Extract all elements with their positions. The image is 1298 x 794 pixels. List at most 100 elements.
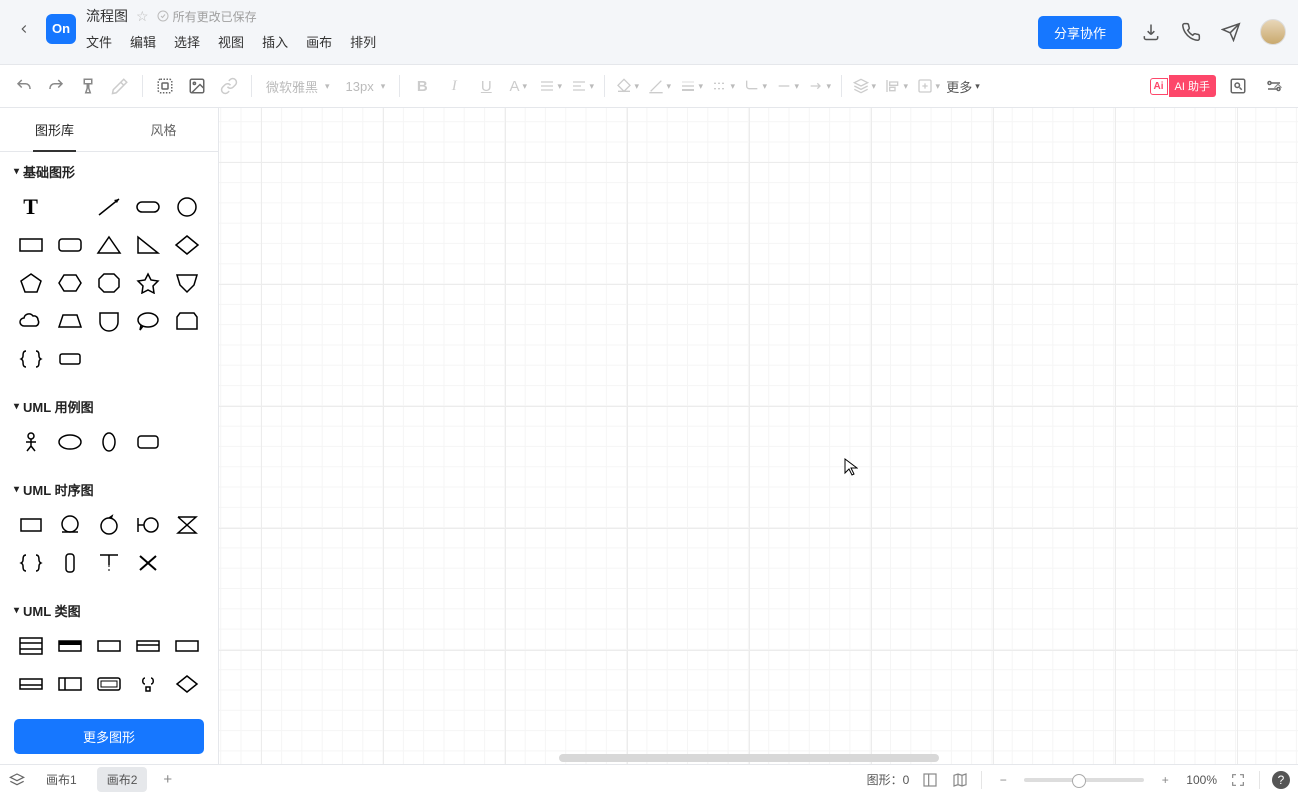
help-button[interactable]: ? <box>1272 771 1290 789</box>
menu-file[interactable]: 文件 <box>86 32 112 51</box>
shape-circle[interactable] <box>171 193 204 221</box>
shape-usecase-rect[interactable] <box>132 428 165 456</box>
shape-destroy[interactable] <box>132 549 165 577</box>
shape-class-double[interactable] <box>92 670 125 698</box>
shape-boundary[interactable] <box>132 511 165 539</box>
font-size-select[interactable]: 13px <box>340 79 392 94</box>
shape-speech-bubble[interactable] <box>132 307 165 335</box>
menu-arrange[interactable]: 排列 <box>350 32 376 51</box>
bold-button[interactable]: B <box>408 72 436 100</box>
shape-entity[interactable] <box>53 511 86 539</box>
font-family-select[interactable]: 微软雅黑 <box>260 77 336 96</box>
stroke-style-button[interactable] <box>709 72 737 100</box>
shape-octagon[interactable] <box>92 269 125 297</box>
category-basic-shapes[interactable]: 基础图形 <box>0 152 218 185</box>
shape-cloud[interactable] <box>14 307 47 335</box>
line-height-button[interactable] <box>536 72 564 100</box>
shape-actor[interactable] <box>14 428 47 456</box>
container-button[interactable] <box>151 72 179 100</box>
shape-arrow-line[interactable] <box>92 193 125 221</box>
shape-hexagon[interactable] <box>53 269 86 297</box>
shape-class-3[interactable] <box>14 632 47 660</box>
send-icon[interactable] <box>1220 21 1242 43</box>
shape-usecase-ellipse[interactable] <box>53 428 86 456</box>
category-uml-usecase[interactable]: UML 用例图 <box>0 387 218 420</box>
shape-deletion[interactable] <box>92 549 125 577</box>
shape-class-header[interactable] <box>132 632 165 660</box>
zoom-out-button[interactable]: − <box>994 771 1012 789</box>
arrow-start-button[interactable] <box>773 72 801 100</box>
add-canvas-button[interactable]: + <box>157 771 178 788</box>
menu-view[interactable]: 视图 <box>218 32 244 51</box>
menu-insert[interactable]: 插入 <box>262 32 288 51</box>
shape-class-simple[interactable] <box>92 632 125 660</box>
stroke-color-button[interactable] <box>645 72 673 100</box>
more-shapes-button[interactable]: 更多图形 <box>14 719 204 754</box>
shape-class-footer[interactable] <box>14 670 47 698</box>
search-in-canvas-button[interactable] <box>1224 72 1252 100</box>
share-button[interactable]: 分享协作 <box>1038 16 1122 49</box>
arrow-end-button[interactable] <box>805 72 833 100</box>
shape-triangle[interactable] <box>92 231 125 259</box>
text-color-button[interactable]: A <box>504 72 532 100</box>
menu-select[interactable]: 选择 <box>174 32 200 51</box>
shape-note[interactable] <box>53 193 86 221</box>
shape-braces[interactable] <box>14 345 47 373</box>
shape-folder[interactable] <box>171 307 204 335</box>
back-button[interactable] <box>12 17 36 41</box>
category-uml-sequence[interactable]: UML 时序图 <box>0 470 218 503</box>
zoom-slider[interactable] <box>1024 778 1144 782</box>
underline-button[interactable]: U <box>472 72 500 100</box>
zoom-in-button[interactable]: + <box>1156 771 1174 789</box>
phone-icon[interactable] <box>1180 21 1202 43</box>
layout-icon[interactable] <box>921 771 939 789</box>
format-painter-button[interactable] <box>74 72 102 100</box>
shape-usecase-oval[interactable] <box>92 428 125 456</box>
align-objects-button[interactable] <box>882 72 910 100</box>
shape-rectangle[interactable] <box>14 231 47 259</box>
horizontal-scrollbar[interactable] <box>559 754 939 762</box>
shape-hourglass[interactable] <box>171 511 204 539</box>
shape-rounded-rectangle[interactable] <box>53 231 86 259</box>
align-button[interactable] <box>568 72 596 100</box>
connector-button[interactable] <box>741 72 769 100</box>
italic-button[interactable]: I <box>440 72 468 100</box>
shape-class-title[interactable] <box>53 632 86 660</box>
canvas-tab-1[interactable]: 画布1 <box>36 767 87 792</box>
shape-star[interactable] <box>132 269 165 297</box>
shape-rounded-rect[interactable] <box>132 193 165 221</box>
shape-teardrop[interactable] <box>92 307 125 335</box>
map-icon[interactable] <box>951 771 969 789</box>
stroke-width-button[interactable] <box>677 72 705 100</box>
ai-assistant-button[interactable]: Ai AI 助手 <box>1150 75 1216 97</box>
canvas-area[interactable] <box>219 108 1298 764</box>
shape-trapezoid[interactable] <box>53 307 86 335</box>
category-uml-class[interactable]: UML 类图 <box>0 591 218 624</box>
more-button[interactable]: 更多▾ <box>946 77 980 96</box>
layers-icon[interactable] <box>8 771 26 789</box>
canvas-tab-2[interactable]: 画布2 <box>97 767 148 792</box>
shape-activation[interactable] <box>53 549 86 577</box>
shape-text[interactable]: T <box>14 193 47 221</box>
redo-button[interactable] <box>42 72 70 100</box>
menu-edit[interactable]: 编辑 <box>130 32 156 51</box>
favorite-star-icon[interactable]: ☆ <box>136 8 149 25</box>
menu-canvas[interactable]: 画布 <box>306 32 332 51</box>
layer-stack-button[interactable] <box>850 72 878 100</box>
shape-lifeline-rect[interactable] <box>14 511 47 539</box>
canvas-grid[interactable] <box>219 108 1298 764</box>
collapse-toolbar-button[interactable] <box>1266 74 1290 98</box>
fullscreen-button[interactable] <box>1229 771 1247 789</box>
document-title[interactable]: 流程图 <box>86 6 128 26</box>
shape-class-empty[interactable] <box>171 632 204 660</box>
shape-diamond[interactable] <box>171 231 204 259</box>
shape-control[interactable] <box>92 511 125 539</box>
undo-button[interactable] <box>10 72 38 100</box>
tab-shape-library[interactable]: 图形库 <box>0 108 109 151</box>
download-icon[interactable] <box>1140 21 1162 43</box>
shape-class-sidebar[interactable] <box>53 670 86 698</box>
shape-rect-small[interactable] <box>53 345 86 373</box>
shape-pentagon[interactable] <box>14 269 47 297</box>
shape-shield[interactable] <box>171 269 204 297</box>
shape-seq-braces[interactable] <box>14 549 47 577</box>
